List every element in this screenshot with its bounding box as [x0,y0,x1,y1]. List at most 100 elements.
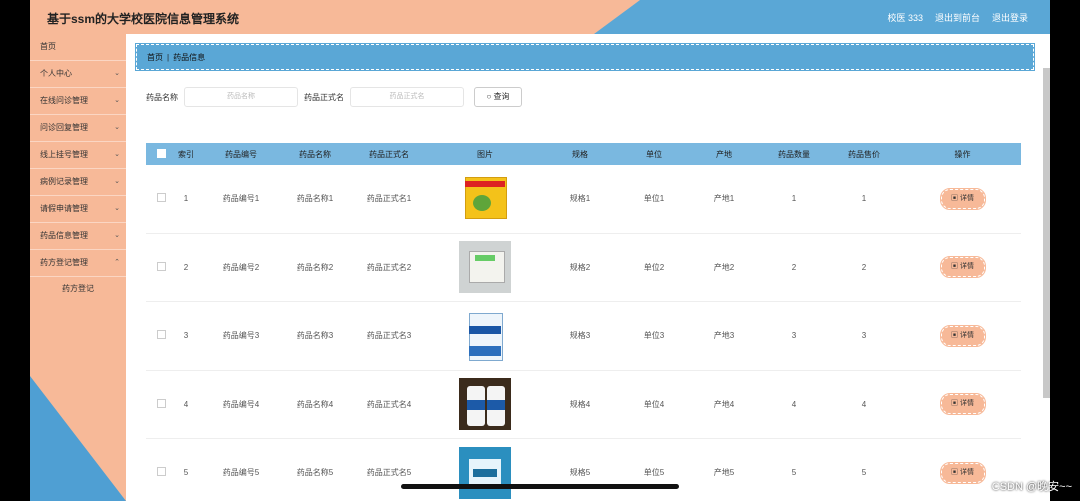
search-bar: 药品名称 药品名称 药品正式名 药品正式名 ○ 查询 [146,86,522,108]
cell-spec: 规格5 [569,468,591,478]
detail-button[interactable]: ▣ 详情 [939,324,986,347]
query-button[interactable]: ○ 查询 [474,87,522,107]
document-icon: ▣ [951,331,959,339]
sidebar-item-drug-info[interactable]: 药品信息管理 ⌄ [30,223,126,250]
breadcrumb-home[interactable]: 首页 [147,53,163,62]
table-row: 4 药品编号4 药品名称4 药品正式名4 规格4 单位4 产地4 4 4 ▣ 详… [146,371,1021,439]
home-indicator[interactable] [401,484,679,489]
sidebar-item-home[interactable]: 首页 [30,34,126,61]
cell-name: 药品名称3 [296,331,334,341]
row-checkbox[interactable] [156,193,166,203]
cell-code: 药品编号2 [222,262,260,272]
drug-table: 索引 药品编号 药品名称 药品正式名 图片 规格 单位 产地 药品数量 药品售价… [146,143,1021,501]
sidebar-item-case-records[interactable]: 病例记录管理 ⌄ [30,169,126,196]
sidebar-item-label: 药方登记管理 [40,258,88,267]
cell-origin: 产地4 [713,399,735,409]
cell-code: 药品编号5 [222,468,260,478]
drug-image [459,446,511,499]
cell-quantity: 2 [791,262,797,272]
cell-unit: 单位4 [643,399,665,409]
cell-price: 3 [861,331,867,341]
document-icon: ▣ [951,468,959,476]
cell-quantity: 3 [791,331,797,341]
table-row: 5 药品编号5 药品名称5 药品正式名5 规格5 单位5 产地5 5 5 ▣ 详… [146,439,1021,501]
cell-origin: 产地1 [713,194,735,204]
cell-price: 1 [861,194,867,204]
cell-quantity: 1 [791,194,797,204]
table-row: 3 药品编号3 药品名称3 药品正式名3 规格3 单位3 产地3 3 3 ▣ 详… [146,302,1021,371]
row-checkbox[interactable] [156,398,166,408]
drug-name-label: 药品名称 [146,92,178,102]
cell-index: 5 [183,468,189,478]
cell-name: 药品名称5 [296,468,334,478]
column-header: 药品名称 [299,149,331,159]
column-header: 操作 [954,149,971,159]
cell-index: 3 [183,331,189,341]
back-to-front-link[interactable]: 退出到前台 [935,11,980,24]
header-links: 校医 333 退出到前台 退出登录 [887,11,1028,24]
cell-spec: 规格3 [569,331,591,341]
sidebar-subitem-prescription-register[interactable]: 药方登记 [30,277,126,301]
drug-formal-name-label: 药品正式名 [304,92,344,102]
detail-button[interactable]: ▣ 详情 [939,461,986,484]
sidebar-item-prescription[interactable]: 药方登记管理 ⌃ [30,250,126,277]
detail-button-label: 详情 [959,194,974,202]
column-header: 药品售价 [848,149,880,159]
breadcrumb: 首页 | 药品信息 [135,43,1035,71]
cell-unit: 单位5 [643,468,665,478]
cell-code: 药品编号1 [222,194,260,204]
logout-link[interactable]: 退出登录 [992,11,1028,24]
cell-origin: 产地3 [713,331,735,341]
detail-button[interactable]: ▣ 详情 [939,393,986,416]
cell-unit: 单位2 [643,262,665,272]
breadcrumb-current: 药品信息 [173,53,206,62]
row-checkbox[interactable] [156,467,166,477]
row-checkbox[interactable] [156,330,166,340]
cell-price: 5 [861,468,867,478]
chevron-down-icon: ⌄ [114,124,120,131]
breadcrumb-separator: | [167,53,170,62]
cell-origin: 产地2 [713,262,735,272]
cell-origin: 产地5 [713,468,735,478]
row-checkbox[interactable] [156,261,166,271]
chevron-down-icon: ⌄ [114,97,120,104]
user-role-label: 校医 333 [887,13,923,23]
document-icon: ▣ [951,263,959,271]
cell-unit: 单位1 [643,194,665,204]
detail-button-label: 详情 [959,400,974,408]
sidebar-item-online-consult[interactable]: 在线问诊管理 ⌄ [30,88,126,115]
column-header: 产地 [716,149,732,159]
column-header: 药品编号 [225,149,257,159]
cell-formal-name: 药品正式名1 [366,194,412,204]
cell-name: 药品名称4 [296,399,334,409]
sidebar: 首页 个人中心 ⌄ 在线问诊管理 ⌄ 问诊回复管理 ⌄ 线上挂号管理 ⌄ 病例记录管理 ⌄… [30,34,126,501]
drug-image [459,378,511,431]
sidebar-item-online-registration[interactable]: 线上挂号管理 ⌄ [30,142,126,169]
sidebar-item-label: 个人中心 [40,69,72,78]
cell-formal-name: 药品正式名4 [366,399,412,409]
cell-spec: 规格2 [569,262,591,272]
cell-index: 1 [183,194,189,204]
cell-price: 4 [861,399,867,409]
cell-quantity: 4 [791,399,797,409]
sidebar-item-consult-reply[interactable]: 问诊回复管理 ⌄ [30,115,126,142]
sidebar-item-personal-center[interactable]: 个人中心 ⌄ [30,61,126,88]
sidebar-item-leave-requests[interactable]: 请假申请管理 ⌄ [30,196,126,223]
cell-name: 药品名称2 [296,262,334,272]
drug-name-input[interactable]: 药品名称 [184,87,298,107]
detail-button[interactable]: ▣ 详情 [939,187,986,210]
detail-button[interactable]: ▣ 详情 [939,256,986,279]
cell-formal-name: 药品正式名2 [366,262,412,272]
drug-formal-name-input[interactable]: 药品正式名 [350,87,464,107]
cell-code: 药品编号4 [222,399,260,409]
detail-button-label: 详情 [959,468,974,476]
query-button-label: 查询 [493,92,510,101]
vertical-scrollbar[interactable] [1043,68,1050,398]
select-all-checkbox[interactable] [156,148,166,158]
cell-name: 药品名称1 [296,194,334,204]
sidebar-item-label: 在线问诊管理 [40,96,88,105]
sidebar-item-label: 问诊回复管理 [40,123,88,132]
top-header: 基于ssm的大学校医院信息管理系统 校医 333 退出到前台 退出登录 [30,0,1050,34]
header-decoration [594,0,640,34]
main-content: 首页 | 药品信息 药品名称 药品名称 药品正式名 药品正式名 ○ 查询 索引 药品… [126,34,1050,501]
